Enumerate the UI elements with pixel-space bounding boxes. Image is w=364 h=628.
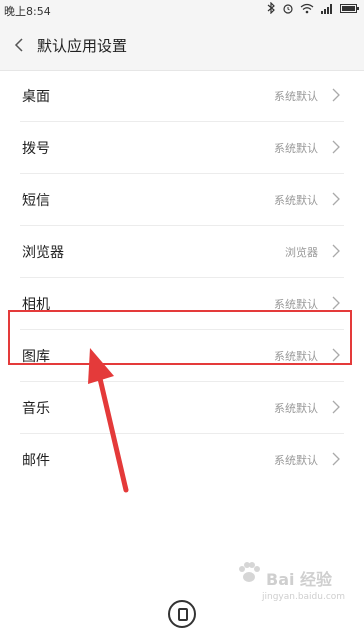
list-item-email[interactable]: 邮件 系统默认 [20,434,344,485]
back-button[interactable] [6,30,36,60]
list-item-label: 桌面 [22,89,50,105]
signal-icon [321,3,332,14]
list-item-value: 系统默认 [274,194,318,207]
status-bar: 晚上8:54 [0,0,364,20]
list-item-camera[interactable]: 相机 系统默认 [20,278,344,330]
list-item-music[interactable]: 音乐 系统默认 [20,382,344,434]
list-item-desktop[interactable]: 桌面 系统默认 [20,70,344,122]
watermark: Bai 经验 jingyan.baidu.com [236,560,345,602]
wifi-icon [300,3,314,13]
chevron-right-icon [332,452,340,466]
list-item-label: 浏览器 [22,245,64,261]
list-item-value: 系统默认 [274,298,318,311]
back-chevron-icon [14,38,23,52]
list-item-label: 图库 [22,349,50,365]
watermark-brand: Bai 经验 [266,570,333,589]
list-item-label: 相机 [22,297,50,313]
list-item-dialer[interactable]: 拨号 系统默认 [20,122,344,174]
alarm-icon [283,4,293,14]
chevron-right-icon [332,140,340,154]
watermark-url: jingyan.baidu.com [262,592,346,602]
bluetooth-icon [267,2,275,14]
list-item-label: 拨号 [22,141,50,157]
list-item-browser[interactable]: 浏览器 浏览器 [20,226,344,278]
home-button[interactable] [168,600,196,628]
list-item-value: 系统默认 [274,402,318,415]
list-item-value: 浏览器 [285,246,318,259]
chevron-right-icon [332,296,340,310]
chevron-right-icon [332,192,340,206]
page-title: 默认应用设置 [37,37,128,55]
default-apps-list: 桌面 系统默认 拨号 系统默认 短信 系统默认 浏览器 浏览器 相机 系统默认 … [0,70,364,485]
list-item-value: 系统默认 [274,142,318,155]
battery-icon [340,3,359,13]
status-time: 晚上8:54 [4,5,51,18]
list-item-value: 系统默认 [274,350,318,363]
list-item-sms[interactable]: 短信 系统默认 [20,174,344,226]
list-item-gallery[interactable]: 图库 系统默认 [20,330,344,382]
list-item-value: 系统默认 [274,454,318,467]
chevron-right-icon [332,88,340,102]
header: 默认应用设置 [0,20,364,71]
paw-logo-icon [239,562,260,582]
list-item-label: 短信 [22,193,50,209]
list-item-label: 邮件 [22,453,50,469]
status-icons [267,2,360,14]
chevron-right-icon [332,348,340,362]
list-item-label: 音乐 [22,401,50,417]
chevron-right-icon [332,244,340,258]
list-item-value: 系统默认 [274,90,318,103]
chevron-right-icon [332,400,340,414]
